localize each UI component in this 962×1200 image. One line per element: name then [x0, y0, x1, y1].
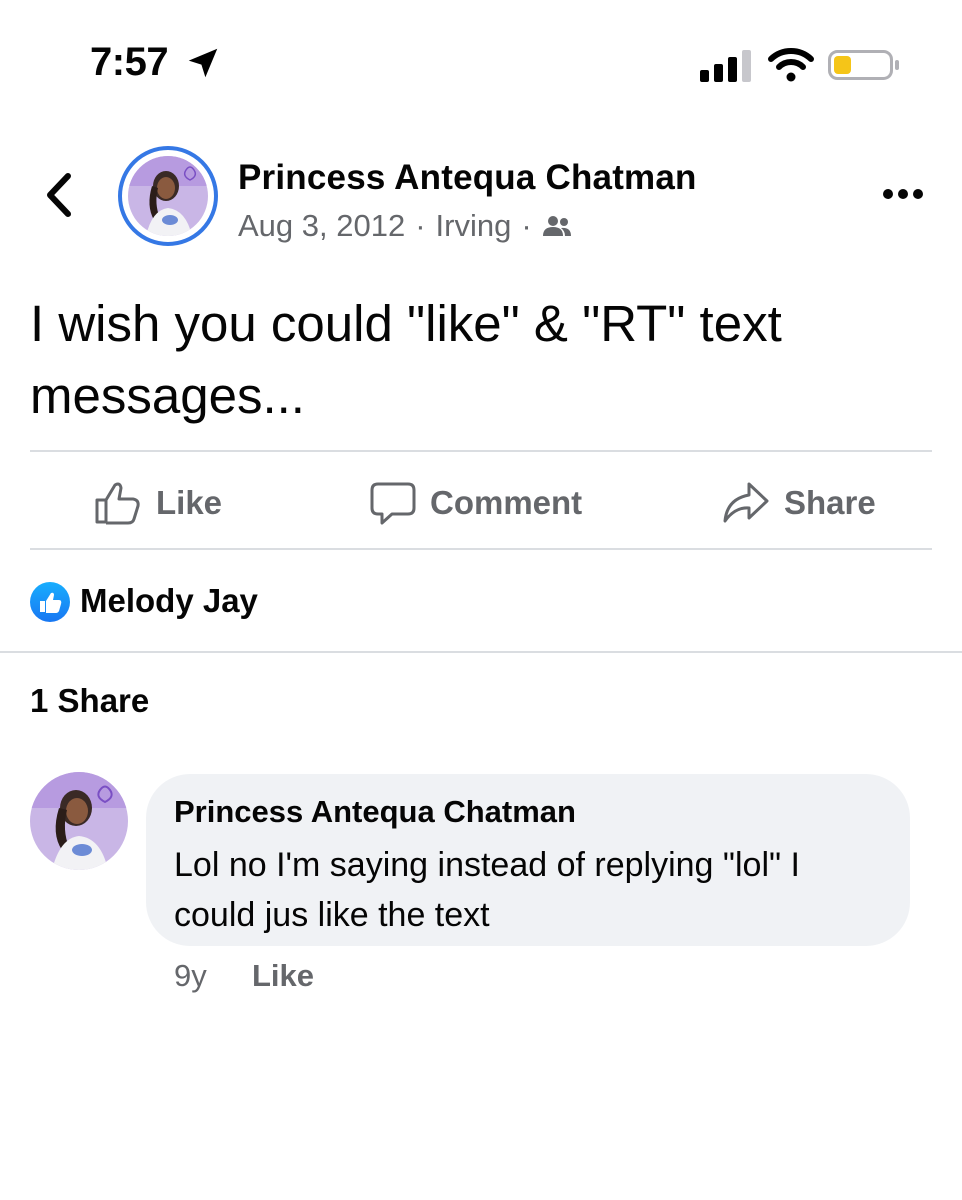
divider	[0, 651, 962, 653]
post-date[interactable]: Aug 3, 2012	[238, 208, 405, 244]
comment-icon	[370, 482, 416, 525]
comment-label: Comment	[430, 484, 583, 521]
divider	[30, 450, 932, 452]
comment-button[interactable]: Comment	[370, 476, 582, 530]
share-label: Share	[784, 484, 876, 521]
battery-icon	[828, 50, 899, 80]
divider	[30, 548, 932, 550]
like-label: Like	[156, 484, 223, 521]
like-reaction-icon	[30, 582, 70, 622]
comment-timestamp: 9y	[174, 958, 207, 993]
author-avatar[interactable]	[118, 146, 218, 246]
comment-text: Lol no I'm saying instead of replying "l…	[174, 846, 800, 934]
post-meta: Aug 3, 2012 · Irving ·	[238, 208, 572, 244]
more-options-icon[interactable]	[878, 176, 928, 212]
shares-count[interactable]: 1 Share	[30, 682, 149, 720]
comment-like-button[interactable]: Like	[252, 958, 314, 994]
share-arrow-icon	[723, 482, 769, 523]
post-text: I wish you could "like" & "RT" text mess…	[30, 295, 782, 424]
reactor-names[interactable]: Melody Jay	[80, 582, 258, 620]
meta-separator: ·	[521, 208, 532, 243]
post-location[interactable]: Irving	[436, 208, 512, 244]
cellular-signal-icon	[700, 50, 751, 82]
friends-icon	[542, 216, 571, 236]
share-button[interactable]: Share	[722, 476, 876, 530]
meta-separator: ·	[415, 208, 426, 243]
comment-author[interactable]: Princess Antequa Chatman	[174, 794, 576, 830]
wifi-icon	[768, 48, 814, 82]
back-button[interactable]	[38, 168, 82, 222]
comment-bubble[interactable]: Princess Antequa Chatman Lol no I'm sayi…	[146, 774, 910, 946]
post-author-name[interactable]: Princess Antequa Chatman	[238, 158, 697, 198]
status-time: 7:57	[90, 40, 169, 84]
location-arrow-icon	[188, 48, 218, 78]
thumbs-up-icon	[95, 482, 140, 525]
profile-photo-icon	[128, 156, 208, 236]
like-button[interactable]: Like	[94, 476, 222, 530]
commenter-avatar[interactable]	[30, 772, 128, 870]
